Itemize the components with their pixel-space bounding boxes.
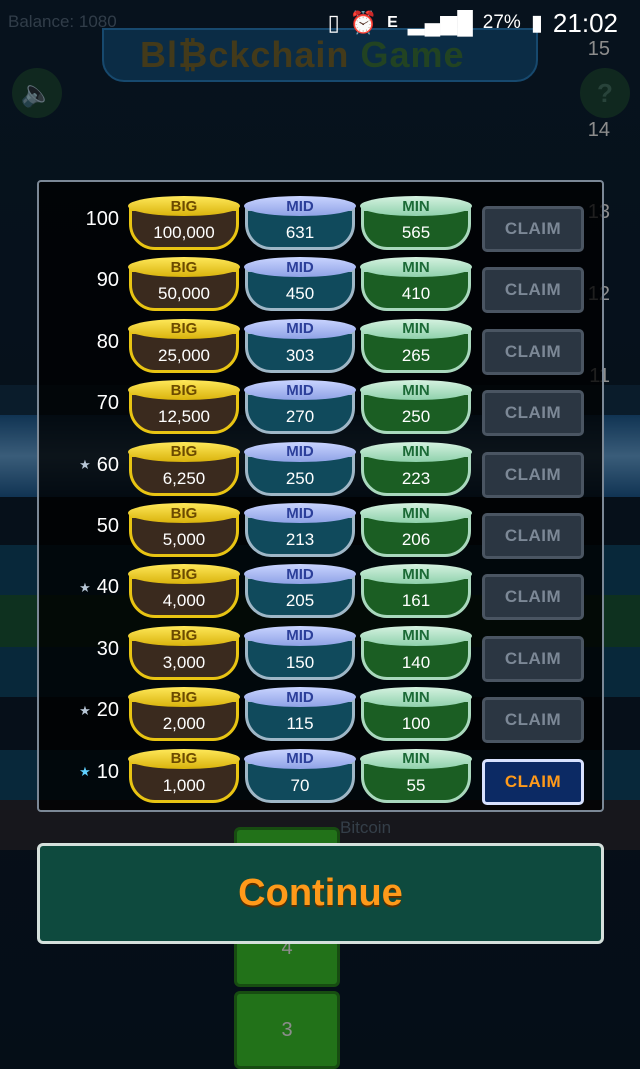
mid-label: MID bbox=[244, 625, 356, 646]
claim-button[interactable]: CLAIM bbox=[482, 267, 584, 314]
level-label: ★ 20 bbox=[79, 699, 119, 722]
reward-row: ★ 10 1,000 BIG 70 MID 55 MIN CLAIM bbox=[39, 743, 602, 805]
reward-row: 70 12,500 BIG 270 MID 250 MIN CLAIM bbox=[39, 374, 602, 437]
reward-row: 80 25,000 BIG 303 MID 265 MIN CLAIM bbox=[39, 313, 602, 375]
min-pot: 265 MIN bbox=[360, 318, 472, 375]
mid-pot: 270 MID bbox=[244, 380, 356, 436]
mid-label: MID bbox=[244, 441, 356, 462]
vibrate-icon: ▯ bbox=[327, 10, 340, 35]
signal-icon: ▂▄▆█ bbox=[407, 10, 473, 35]
mid-pot: 250 MID bbox=[244, 441, 356, 498]
mid-label: MID bbox=[244, 748, 356, 769]
claim-button[interactable]: CLAIM bbox=[482, 635, 584, 682]
big-label: BIG bbox=[128, 503, 240, 523]
mid-label: MID bbox=[244, 503, 356, 523]
mid-pot: 303 MID bbox=[244, 318, 356, 375]
claim-button[interactable]: CLAIM bbox=[482, 513, 584, 559]
claim-button[interactable]: CLAIM bbox=[482, 390, 584, 437]
mid-pot: 450 MID bbox=[244, 257, 356, 313]
claim-button[interactable]: CLAIM bbox=[482, 206, 584, 252]
clock: 21:02 bbox=[552, 7, 618, 38]
mid-pot: 213 MID bbox=[244, 503, 356, 559]
big-label: BIG bbox=[128, 748, 240, 769]
min-pot: 140 MIN bbox=[360, 625, 472, 682]
big-label: BIG bbox=[128, 196, 240, 216]
mid-label: MID bbox=[244, 318, 356, 339]
level-label: ★ 10 bbox=[79, 760, 119, 783]
min-label: MIN bbox=[360, 318, 472, 339]
min-label: MIN bbox=[360, 748, 472, 769]
star-icon: ★ bbox=[79, 702, 91, 718]
claim-button[interactable]: CLAIM bbox=[482, 574, 584, 621]
big-pot: 2,000 BIG bbox=[128, 687, 240, 743]
big-pot: 100,000 BIG bbox=[128, 196, 240, 252]
claim-button[interactable]: CLAIM bbox=[482, 758, 584, 805]
level-label: 100 bbox=[85, 208, 119, 230]
level-label: 90 bbox=[96, 269, 119, 292]
star-icon: ★ bbox=[79, 764, 91, 780]
continue-button[interactable]: Continue bbox=[37, 843, 604, 944]
min-label: MIN bbox=[360, 196, 472, 216]
level-label: 80 bbox=[96, 330, 119, 353]
big-label: BIG bbox=[128, 625, 240, 646]
reward-row: ★ 20 2,000 BIG 115 MID 100 MIN CLAIM bbox=[39, 681, 602, 744]
mid-pot: 150 MID bbox=[244, 625, 356, 682]
claim-button[interactable]: CLAIM bbox=[482, 328, 584, 375]
big-pot: 12,500 BIG bbox=[128, 380, 240, 436]
level-label: 50 bbox=[96, 515, 119, 537]
min-label: MIN bbox=[360, 441, 472, 462]
battery-percent: 27% bbox=[482, 12, 521, 33]
reward-row: ★ 40 4,000 BIG 205 MID 161 MIN CLAIM bbox=[39, 558, 602, 621]
mid-label: MID bbox=[244, 196, 356, 216]
reward-panel: 100 100,000 BIG 631 MID 565 MIN CLAIM 90 50,000 BI… bbox=[37, 180, 604, 812]
min-pot: 410 MIN bbox=[360, 257, 472, 313]
big-pot: 4,000 BIG bbox=[128, 564, 240, 620]
data-e-icon: E bbox=[387, 14, 398, 31]
mid-pot: 205 MID bbox=[244, 564, 356, 620]
battery-icon: ▮ bbox=[530, 10, 543, 35]
big-pot: 5,000 BIG bbox=[128, 503, 240, 559]
mid-pot: 115 MID bbox=[244, 687, 356, 743]
min-pot: 206 MIN bbox=[360, 503, 472, 559]
min-label: MIN bbox=[360, 625, 472, 646]
min-label: MIN bbox=[360, 503, 472, 523]
big-label: BIG bbox=[128, 441, 240, 462]
level-label: ★ 40 bbox=[79, 576, 119, 599]
mid-pot: 631 MID bbox=[244, 196, 356, 252]
claim-button[interactable]: CLAIM bbox=[482, 451, 584, 498]
status-bar: ▯ ⏰ E ▂▄▆█ 27% ▮ 21:02 bbox=[0, 0, 640, 46]
min-pot: 565 MIN bbox=[360, 196, 472, 252]
reward-row: 100 100,000 BIG 631 MID 565 MIN CLAIM bbox=[39, 190, 602, 252]
level-label: 70 bbox=[96, 392, 119, 415]
level-label: ★ 60 bbox=[79, 453, 119, 476]
claim-button[interactable]: CLAIM bbox=[482, 697, 584, 744]
big-pot: 25,000 BIG bbox=[128, 318, 240, 375]
star-icon: ★ bbox=[79, 457, 91, 473]
min-pot: 250 MIN bbox=[360, 380, 472, 436]
big-pot: 50,000 BIG bbox=[128, 257, 240, 313]
reward-row: 90 50,000 BIG 450 MID 410 MIN CLAIM bbox=[39, 251, 602, 314]
min-pot: 223 MIN bbox=[360, 441, 472, 498]
mid-pot: 70 MID bbox=[244, 748, 356, 805]
star-icon: ★ bbox=[79, 579, 91, 595]
level-label: 30 bbox=[96, 637, 119, 660]
big-pot: 1,000 BIG bbox=[128, 748, 240, 805]
big-pot: 3,000 BIG bbox=[128, 625, 240, 682]
min-pot: 55 MIN bbox=[360, 748, 472, 805]
big-pot: 6,250 BIG bbox=[128, 441, 240, 498]
alarm-icon: ⏰ bbox=[349, 10, 378, 35]
reward-row: 50 5,000 BIG 213 MID 206 MIN CLAIM bbox=[39, 497, 602, 559]
min-pot: 161 MIN bbox=[360, 564, 472, 620]
min-pot: 100 MIN bbox=[360, 687, 472, 743]
big-label: BIG bbox=[128, 318, 240, 339]
reward-row: ★ 60 6,250 BIG 250 MID 223 MIN CLAIM bbox=[39, 436, 602, 498]
reward-row: 30 3,000 BIG 150 MID 140 MIN CLAIM bbox=[39, 620, 602, 682]
